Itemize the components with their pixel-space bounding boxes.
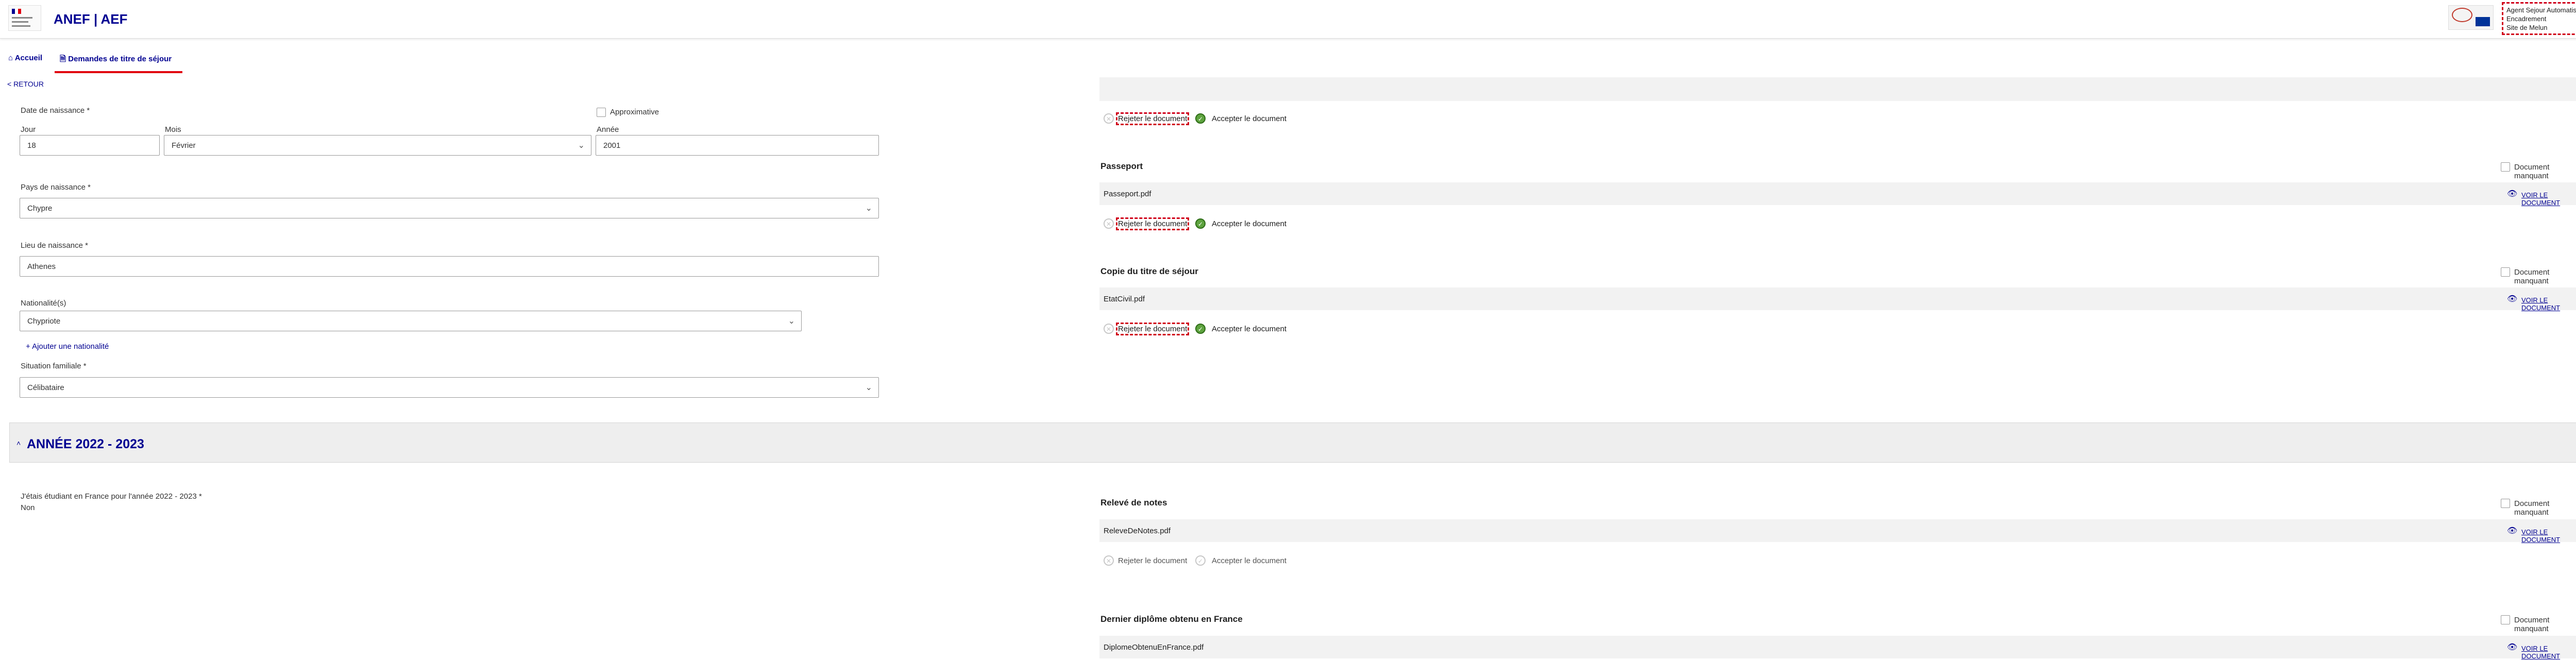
eye-icon[interactable]: 👁 <box>2507 189 2517 199</box>
reject-icon[interactable]: ✕ <box>1104 218 1114 229</box>
year-label: Année <box>597 125 619 134</box>
family-status-label: Situation familiale * <box>21 362 87 370</box>
missing-checkbox[interactable] <box>2501 615 2510 624</box>
doc-file-dernier-diplome: DiplomeObtenuEnFrance.pdf <box>1104 643 1204 652</box>
doc-row-dernier-diplome <box>1099 636 2576 658</box>
doc-row-passeport <box>1099 182 2576 205</box>
app-header: ANEF | AEF Agent Sejour Automatisation E… <box>0 0 2576 39</box>
view-document-link[interactable]: VOIR LE DOCUMENT <box>2521 296 2576 312</box>
tab-accueil-label: Accueil <box>14 54 43 62</box>
doc-row-titre-sejour <box>1099 287 2576 310</box>
doc-row-partial <box>1099 77 2576 101</box>
user-menu[interactable]: Agent Sejour Automatisation Encadrement … <box>2502 2 2576 35</box>
chevron-down-icon: ⌄ <box>788 317 795 326</box>
accept-icon[interactable]: ✓ <box>1195 555 1206 566</box>
doc-title-releve-notes: Relevé de notes <box>1100 498 1167 507</box>
missing-label: Document manquant <box>2514 163 2550 180</box>
user-role: Encadrement <box>2506 15 2547 23</box>
missing-label: Document manquant <box>2514 268 2550 285</box>
republique-francaise-logo[interactable] <box>8 5 41 31</box>
tab-accueil[interactable]: ⌂ Accueil <box>8 54 42 62</box>
accept-document-button[interactable]: Accepter le document <box>1212 325 1286 333</box>
birth-country-select[interactable]: Chypre ⌄ <box>20 198 879 218</box>
year-section-title: ANNÉE 2022 - 2023 <box>27 437 144 451</box>
doc-title-titre-sejour: Copie du titre de séjour <box>1100 266 1198 276</box>
doc-file-releve-notes: ReleveDeNotes.pdf <box>1104 527 1171 535</box>
missing-label: Document manquant <box>2514 616 2550 633</box>
month-select[interactable]: Février ⌄ <box>164 135 591 156</box>
month-label: Mois <box>165 125 181 134</box>
view-document-link[interactable]: VOIR LE DOCUMENT <box>2521 528 2576 544</box>
eu-fund-logo <box>2448 5 2494 30</box>
month-value: Février <box>172 141 196 150</box>
eye-icon[interactable]: 👁 <box>2507 294 2517 304</box>
doc-row-releve-notes <box>1099 519 2576 542</box>
doc-file-passeport: Passeport.pdf <box>1104 190 1151 198</box>
day-input[interactable]: 18 <box>20 135 160 156</box>
home-icon: ⌂ <box>8 54 13 62</box>
missing-label: Document manquant <box>2514 499 2550 517</box>
doc-file-titre-sejour: EtatCivil.pdf <box>1104 295 1145 303</box>
nationality-value: Chypriote <box>27 317 61 326</box>
reject-document-button[interactable]: Rejeter le document <box>1115 112 1190 125</box>
missing-checkbox[interactable] <box>2501 162 2510 172</box>
missing-checkbox[interactable] <box>2501 267 2510 277</box>
family-status-select[interactable]: Célibataire ⌄ <box>20 377 879 398</box>
back-link[interactable]: < RETOUR <box>7 80 44 88</box>
doc-title-passeport: Passeport <box>1100 161 1143 171</box>
year-section-header[interactable] <box>9 422 2576 463</box>
view-document-link[interactable]: VOIR LE DOCUMENT <box>2521 645 2576 660</box>
reject-document-button[interactable]: Rejeter le document <box>1115 323 1190 335</box>
reject-document-button[interactable]: Rejeter le document <box>1118 556 1187 565</box>
accept-document-button[interactable]: Accepter le document <box>1212 114 1286 123</box>
nationality-label: Nationalité(s) <box>21 299 66 308</box>
student-question-answer: Non <box>21 503 35 512</box>
user-site: Site de Melun <box>2506 24 2548 31</box>
birth-date-label: Date de naissance * <box>21 106 90 115</box>
main-nav: ⌂ Accueil 🗎 Demandes de titre de séjour <box>0 46 2576 74</box>
active-tab-indicator <box>55 71 182 73</box>
birth-country-value: Chypre <box>27 204 53 213</box>
eye-icon[interactable]: 👁 <box>2507 526 2517 536</box>
eye-icon[interactable]: 👁 <box>2507 642 2517 652</box>
day-label: Jour <box>21 125 36 134</box>
family-status-value: Célibataire <box>27 383 64 392</box>
tab-demandes[interactable]: 🗎 Demandes de titre de séjour <box>60 54 172 66</box>
student-question-label: J'étais étudiant en France pour l'année … <box>21 492 202 501</box>
doc-title-dernier-diplome: Dernier diplôme obtenu en France <box>1100 614 1243 624</box>
reject-icon[interactable]: ✕ <box>1104 555 1114 566</box>
nationality-select[interactable]: Chypriote ⌄ <box>20 311 802 331</box>
view-document-link[interactable]: VOIR LE DOCUMENT <box>2521 191 2576 207</box>
birth-country-label: Pays de naissance * <box>21 183 91 192</box>
chevron-down-icon: ⌄ <box>865 383 872 392</box>
user-name: Agent Sejour Automatisation <box>2506 6 2576 14</box>
approximative-label: Approximative <box>610 108 659 116</box>
add-nationality-link[interactable]: + Ajouter une nationalité <box>26 342 109 351</box>
app-title: ANEF | AEF <box>54 11 128 27</box>
approximative-checkbox[interactable] <box>597 108 606 117</box>
birth-place-input[interactable]: Athenes <box>20 256 879 277</box>
accept-document-button[interactable]: Accepter le document <box>1212 556 1286 565</box>
year-input[interactable]: 2001 <box>596 135 879 156</box>
reject-icon[interactable]: ✕ <box>1104 324 1114 334</box>
reject-document-button[interactable]: Rejeter le document <box>1115 217 1190 230</box>
chevron-up-icon[interactable]: ˄ <box>16 439 21 447</box>
accept-icon[interactable]: ✓ <box>1195 324 1206 334</box>
tab-demandes-label: Demandes de titre de séjour <box>68 55 172 63</box>
accept-document-button[interactable]: Accepter le document <box>1212 219 1286 228</box>
accept-icon[interactable]: ✓ <box>1195 113 1206 124</box>
reject-icon[interactable]: ✕ <box>1104 113 1114 124</box>
missing-checkbox[interactable] <box>2501 499 2510 508</box>
accept-icon[interactable]: ✓ <box>1195 218 1206 229</box>
birth-place-label: Lieu de naissance * <box>21 241 88 250</box>
chevron-down-icon: ⌄ <box>865 204 872 213</box>
document-icon: 🗎 <box>60 55 66 63</box>
chevron-down-icon: ⌄ <box>578 141 585 150</box>
